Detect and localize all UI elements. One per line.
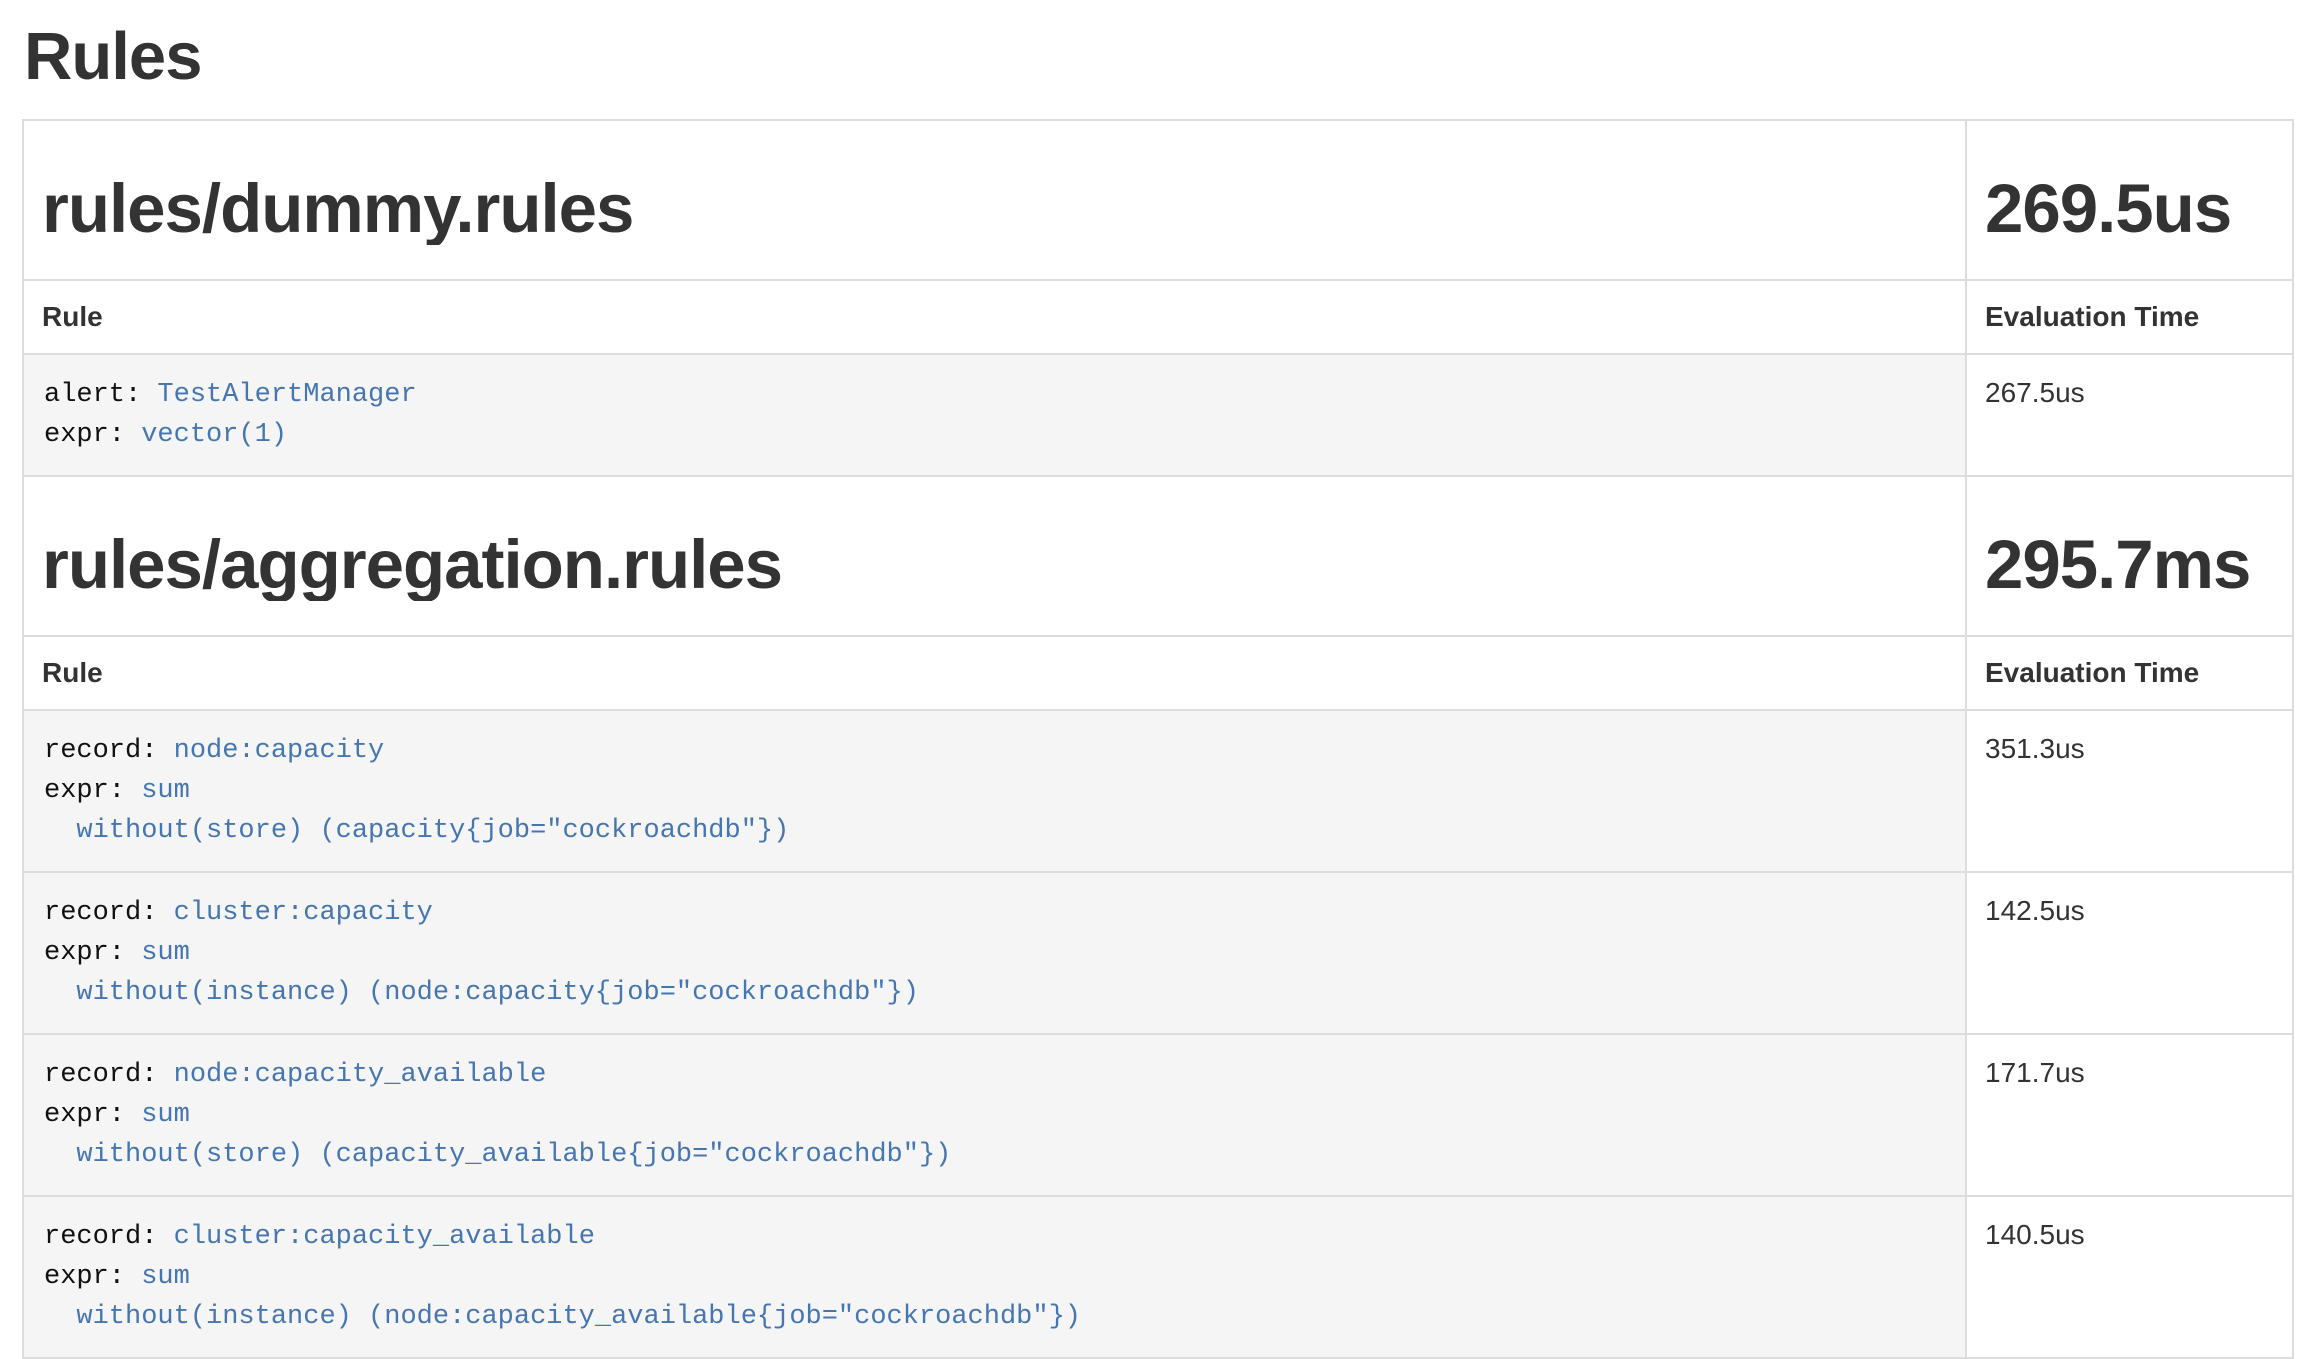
rule-group-name-cell: rules/aggregation.rules	[23, 476, 1966, 636]
rule-cell: record: cluster:capacity_availableexpr: …	[23, 1196, 1966, 1358]
rule-code: alert: TestAlertManager expr: vector(1)	[44, 375, 1945, 455]
rule-name-link[interactable]: cluster:capacity_available	[174, 1222, 595, 1252]
rule-name-link[interactable]: node:capacity_available	[174, 1060, 547, 1090]
evaluation-time-column-header: Evaluation Time	[1966, 636, 2293, 710]
rule-type-label: record:	[44, 898, 174, 928]
rule-type-label: alert:	[44, 380, 157, 410]
rule-group-name: rules/aggregation.rules	[42, 529, 1947, 601]
rule-evaluation-time: 267.5us	[1966, 354, 2293, 476]
rule-group-name: rules/dummy.rules	[42, 173, 1947, 245]
rule-type-label: record:	[44, 1060, 174, 1090]
rule-expr-label: expr:	[44, 938, 141, 968]
rule-group-evaluation-time: 269.5us	[1985, 173, 2274, 245]
rule-cell: record: node:capacity_available expr: sum…	[23, 1034, 1966, 1196]
rule-code: record: cluster:capacity_availableexpr: …	[44, 1217, 1945, 1337]
rule-expr-link[interactable]: sum without(store) (capacity{job="cockro…	[44, 776, 789, 846]
rule-name-link[interactable]: node:capacity	[174, 736, 385, 766]
rule-expr-label: expr:	[44, 1262, 141, 1292]
page-title: Rules	[24, 18, 2294, 95]
rule-group-evaluation-time: 295.7ms	[1985, 529, 2274, 601]
rule-cell: record: cluster:capacity expr: sum withou…	[23, 872, 1966, 1034]
rule-type-label: record:	[44, 736, 174, 766]
rule-group-evaluation-time-cell: 295.7ms	[1966, 476, 2293, 636]
rule-expr-link[interactable]: sum without(instance) (node:capacity{job…	[44, 938, 919, 1008]
rules-page: Rules rules/dummy.rules 269.5us Rule Eva…	[0, 18, 2316, 1359]
rule-evaluation-time: 140.5us	[1966, 1196, 2293, 1358]
rule-group-evaluation-time-cell: 269.5us	[1966, 120, 2293, 280]
rule-expr-label: expr:	[44, 1100, 141, 1130]
rule-expr-label: expr:	[44, 776, 141, 806]
rule-cell: alert: TestAlertManager expr: vector(1)	[23, 354, 1966, 476]
rule-row: record: node:capacity expr: sum without(s…	[23, 710, 2293, 872]
rule-row: alert: TestAlertManager expr: vector(1) 2…	[23, 354, 2293, 476]
rule-code: record: node:capacity expr: sum without(s…	[44, 731, 1945, 851]
rule-expr-link[interactable]: sum without(store) (capacity_available{j…	[44, 1100, 951, 1170]
rule-row: record: node:capacity_available expr: sum…	[23, 1034, 2293, 1196]
rule-group-name-cell: rules/dummy.rules	[23, 120, 1966, 280]
rule-column-header: Rule	[23, 636, 1966, 710]
rule-name-link[interactable]: TestAlertManager	[157, 380, 416, 410]
rule-type-label: record:	[44, 1222, 174, 1252]
rule-group-header-row: rules/aggregation.rules 295.7ms	[23, 476, 2293, 636]
column-header-row: Rule Evaluation Time	[23, 280, 2293, 354]
rule-code: record: cluster:capacity expr: sum withou…	[44, 893, 1945, 1013]
rule-row: record: cluster:capacity_availableexpr: …	[23, 1196, 2293, 1358]
column-header-row: Rule Evaluation Time	[23, 636, 2293, 710]
rule-expr-label: expr:	[44, 420, 141, 450]
rule-expr-link[interactable]: vector(1)	[141, 420, 287, 450]
rule-evaluation-time: 142.5us	[1966, 872, 2293, 1034]
rule-code: record: node:capacity_available expr: sum…	[44, 1055, 1945, 1175]
rule-evaluation-time: 351.3us	[1966, 710, 2293, 872]
rule-group-header-row: rules/dummy.rules 269.5us	[23, 120, 2293, 280]
rules-table: rules/dummy.rules 269.5us Rule Evaluatio…	[22, 119, 2294, 1359]
rule-evaluation-time: 171.7us	[1966, 1034, 2293, 1196]
rule-name-link[interactable]: cluster:capacity	[174, 898, 433, 928]
evaluation-time-column-header: Evaluation Time	[1966, 280, 2293, 354]
rule-row: record: cluster:capacity expr: sum withou…	[23, 872, 2293, 1034]
rule-column-header: Rule	[23, 280, 1966, 354]
rule-cell: record: node:capacity expr: sum without(s…	[23, 710, 1966, 872]
